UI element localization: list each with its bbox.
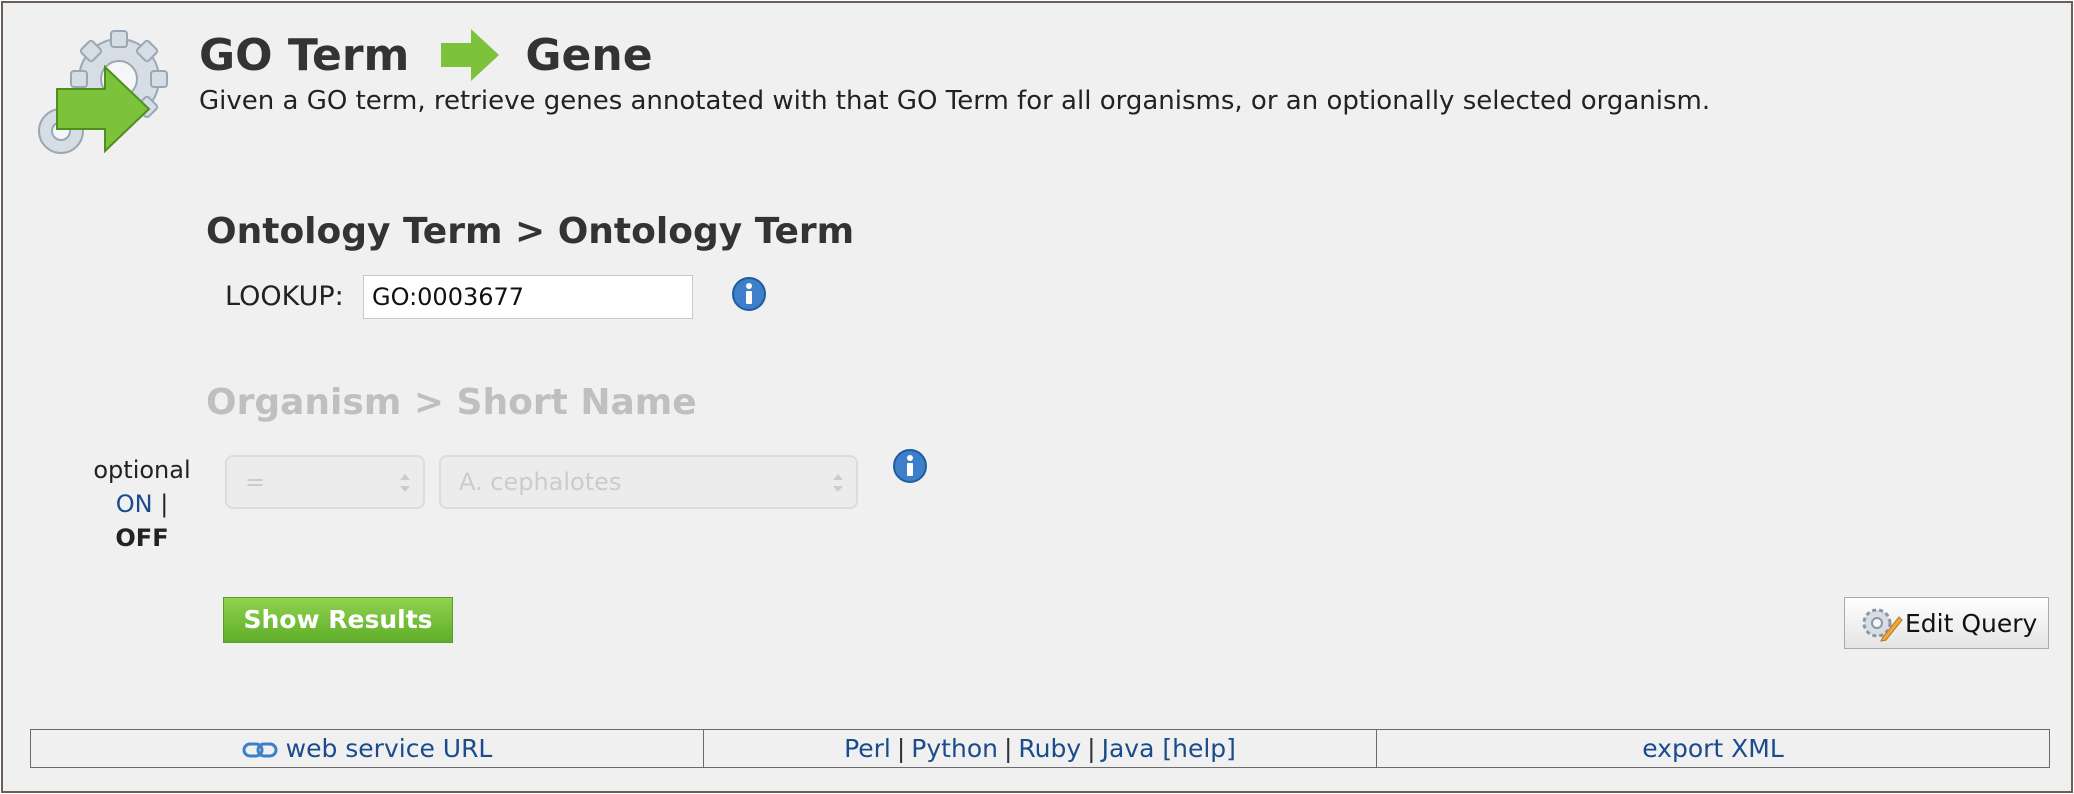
title-from: GO Term [199,29,410,81]
edit-query-label: Edit Query [1905,608,2038,638]
select-arrows-icon [400,474,410,492]
template-panel: GO Term Gene Given a GO term, retrieve g… [1,1,2073,793]
lookup-input[interactable] [363,275,693,319]
chain-link-icon [242,742,278,758]
info-icon[interactable] [731,276,767,312]
constraint-organism-heading: Organism > Short Name [206,382,697,423]
help-link[interactable]: [help] [1162,734,1236,763]
edit-query-button[interactable]: Edit Query [1844,597,2049,649]
python-link[interactable]: Python [911,734,998,763]
footer-languages-cell: Perl | Python | Ruby | Java [help] [704,730,1377,767]
page-title: GO Term Gene [199,27,653,83]
green-arrow-right-icon [441,29,500,81]
optional-toggle: optional ON | OFF [89,453,195,555]
export-xml-link[interactable]: export XML [1642,734,1784,763]
operator-value: = [245,468,266,496]
organism-select[interactable]: A. cephalotes [439,455,858,509]
gears-arrow-icon [38,30,168,154]
title-to: Gene [525,29,653,81]
footer-export-cell: export XML [1377,730,2049,767]
java-link[interactable]: Java [1102,734,1155,763]
show-results-button[interactable]: Show Results [223,597,453,643]
optional-separator: | [160,490,169,518]
gear-pencil-icon [1862,608,1903,642]
web-service-url-link[interactable]: web service URL [286,734,493,763]
footer-separator: | [1087,734,1096,763]
footer-separator: | [896,734,906,763]
info-icon[interactable] [892,448,928,484]
organism-value: A. cephalotes [459,468,622,496]
select-arrows-icon [833,474,843,492]
operator-select[interactable]: = [225,455,425,509]
optional-label: optional [93,456,191,484]
footer-bar: web service URL Perl | Python | Ruby | Java [h… [30,729,2050,768]
footer-separator: | [1003,734,1013,763]
template-description: Given a GO term, retrieve genes annotate… [199,86,1711,116]
lookup-label: LOOKUP: [225,281,344,312]
optional-on-link[interactable]: ON [116,490,153,518]
constraint-ontology-heading: Ontology Term > Ontology Term [206,211,855,252]
optional-off-link[interactable]: OFF [115,524,168,552]
ruby-link[interactable]: Ruby [1018,734,1081,763]
perl-link[interactable]: Perl [844,734,891,763]
footer-webservice-cell: web service URL [31,730,704,767]
